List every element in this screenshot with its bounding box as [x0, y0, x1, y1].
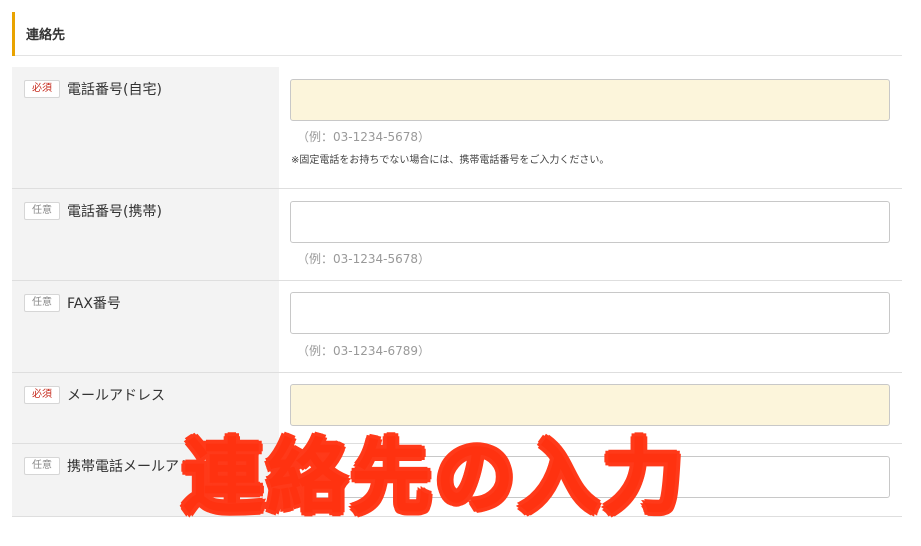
home-phone-note: ※固定電話をお持ちでない場合には、携帯電話番号をご入力ください。 — [291, 155, 610, 166]
required-badge: 必須 — [24, 80, 60, 98]
overlay-caption: 連絡先の入力 — [181, 429, 687, 526]
label-cell: 任意 電話番号(携帯) — [12, 189, 279, 280]
field-label-home-phone: 電話番号(自宅) — [67, 82, 162, 98]
optional-badge: 任意 — [24, 202, 60, 220]
section-title: 連絡先 — [26, 28, 66, 43]
required-badge: 必須 — [24, 386, 60, 404]
mobile-phone-input[interactable] — [290, 201, 890, 243]
home-phone-example: （例：03-1234-5678） — [297, 130, 431, 144]
home-phone-input[interactable] — [290, 79, 890, 121]
form-row-mobile-phone: 任意 電話番号(携帯) （例：03-1234-5678） — [12, 189, 902, 281]
mobile-phone-example: （例：03-1234-5678） — [297, 252, 431, 266]
fax-example: （例：03-1234-6789） — [297, 344, 431, 358]
section-accent-bar — [12, 12, 15, 56]
field-label-mobile-phone: 電話番号(携帯) — [67, 204, 162, 220]
form-row-fax: 任意 FAX番号 （例：03-1234-6789） — [12, 281, 902, 373]
label-cell: 任意 FAX番号 — [12, 281, 279, 372]
optional-badge: 任意 — [24, 457, 60, 475]
label-cell: 必須 電話番号(自宅) — [12, 67, 279, 188]
section-header: 連絡先 — [12, 12, 902, 56]
field-label-email: メールアドレス — [67, 388, 165, 404]
optional-badge: 任意 — [24, 294, 60, 312]
field-label-fax: FAX番号 — [67, 296, 121, 312]
form-row-home-phone: 必須 電話番号(自宅) （例：03-1234-5678） ※固定電話をお持ちでな… — [12, 67, 902, 189]
fax-input[interactable] — [290, 292, 890, 334]
field-label-mobile-email: 携帯電話メールアド — [67, 459, 193, 475]
